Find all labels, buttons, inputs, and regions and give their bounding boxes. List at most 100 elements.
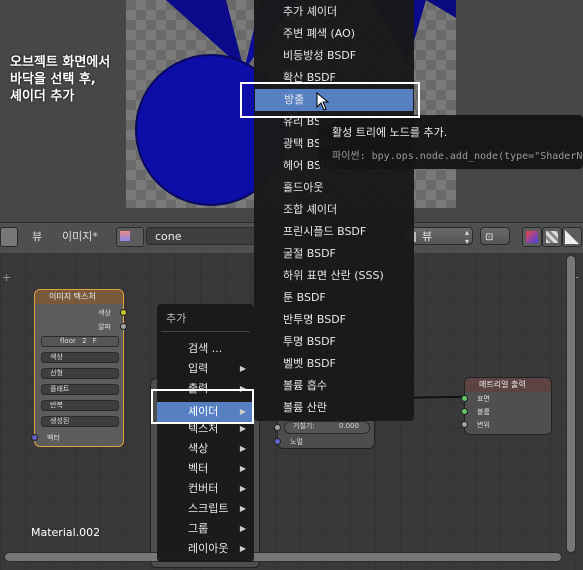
shader-menu-item[interactable]: 추가 셰이더 xyxy=(254,1,414,23)
input-vector-socket[interactable] xyxy=(31,434,38,441)
normal-label: 노멀 xyxy=(290,438,303,446)
shader-menu-item[interactable]: 볼륨 산란 xyxy=(254,397,414,419)
shader-menu-item[interactable]: 투명 BSDF xyxy=(254,331,414,353)
rgb-swatch-icon xyxy=(526,231,538,243)
fake-user-toggle[interactable]: F xyxy=(93,337,97,345)
volume-socket[interactable] xyxy=(461,408,468,415)
extension-select[interactable]: 반복 xyxy=(41,400,119,411)
shader-menu-item[interactable]: 벨벳 BSDF xyxy=(254,353,414,375)
z-swatch-icon xyxy=(565,230,579,244)
plus-icon[interactable]: + xyxy=(2,272,12,283)
output-color-socket[interactable] xyxy=(120,309,127,316)
image-name-text: cone xyxy=(155,230,182,243)
image-texture-node[interactable]: 이미지 텍스처 색상 알파 floor 2 F 색상 선형 플래트 반복 생성된… xyxy=(31,289,127,447)
horizontal-scroll-thumb[interactable] xyxy=(5,553,561,561)
shader-callout-frame xyxy=(151,389,254,424)
channel-rgb-icon[interactable] xyxy=(522,227,542,247)
editor-type-icon[interactable] xyxy=(0,227,18,247)
texcoord-select[interactable]: 생성된 xyxy=(41,416,119,427)
roughness-slider[interactable]: 거칠기: 0.000 xyxy=(284,421,370,434)
add-menu-item[interactable]: 스크립트 ▶ xyxy=(157,499,254,519)
add-menu-item[interactable]: 검색 ... xyxy=(157,339,254,359)
material-output-title: 매트리얼 출력 xyxy=(465,378,551,392)
displacement-socket[interactable] xyxy=(461,421,468,428)
roughness-value: 0.000 xyxy=(338,422,359,430)
surface-socket[interactable] xyxy=(461,395,468,402)
input-vector-label: 벡터 xyxy=(47,434,60,442)
pivot-select[interactable]: ⊡ xyxy=(480,227,510,245)
roughness-label: 거칠기: xyxy=(293,422,315,430)
shader-menu-item[interactable]: 프린시플드 BSDF xyxy=(254,221,414,243)
horizontal-scrollbar[interactable] xyxy=(4,552,562,562)
shader-menu-item[interactable]: 비등방성 BSDF xyxy=(254,45,414,67)
image-thumb-icon xyxy=(120,231,130,241)
shader-menu-item[interactable]: 홀드아웃 xyxy=(254,177,414,199)
tooltip-python: 파이썬: bpy.ops.node.add_node(type="ShaderN xyxy=(332,151,583,162)
shader-menu-item[interactable]: 볼륨 흡수 xyxy=(254,375,414,397)
shader-menu-item[interactable]: 주변 폐색 (AO) xyxy=(254,23,414,45)
color-space-select[interactable]: 색상 xyxy=(41,352,119,363)
shader-menu-item[interactable]: 반투명 BSDF xyxy=(254,309,414,331)
add-menu-item[interactable]: 벡터 ▶ xyxy=(157,459,254,479)
material-name: Material.002 xyxy=(31,526,101,539)
add-menu-title: 추가 xyxy=(166,312,187,325)
shader-menu-item[interactable]: 하위 표면 산란 (SSS) xyxy=(254,265,414,287)
image-users-count: 2 xyxy=(82,337,87,345)
submenu-arrow-icon: ▶ xyxy=(239,544,246,553)
cone-edge xyxy=(426,0,456,18)
shader-menu-item[interactable]: 툰 BSDF xyxy=(254,287,414,309)
view-menu[interactable]: 뷰 xyxy=(32,228,42,246)
add-menu-item[interactable]: 색상 ▶ xyxy=(157,439,254,459)
add-menu-item-label: 스크립트 xyxy=(188,502,229,515)
add-menu-item-label: 색상 xyxy=(188,442,209,455)
volume-label: 볼륨 xyxy=(477,408,490,416)
output-alpha-socket[interactable] xyxy=(120,323,127,330)
channel-alpha-icon[interactable] xyxy=(542,227,562,247)
add-menu-item-label: 입력 xyxy=(188,362,209,375)
add-menu-item[interactable]: 입력 ▶ xyxy=(157,359,254,379)
submenu-arrow-icon: ▶ xyxy=(239,364,246,373)
normal-socket[interactable] xyxy=(274,438,281,445)
instruction-note: 오브젝트 화면에서 바닥을 선택 후, 셰이더 추가 xyxy=(10,55,111,104)
material-output-node[interactable]: 매트리얼 출력 표면 볼륨 변위 xyxy=(461,377,552,435)
view-select-label: 뷰 xyxy=(422,230,433,243)
channel-z-icon[interactable] xyxy=(562,227,582,247)
shader-menu-item[interactable]: 굴절 BSDF xyxy=(254,243,414,265)
submenu-arrow-icon: ▶ xyxy=(239,464,246,473)
add-menu-item-label: 컨버터 xyxy=(188,482,219,495)
output-alpha-label: 알파 xyxy=(98,323,111,331)
add-menu-item-label: 벡터 xyxy=(188,462,209,475)
roughness-socket[interactable] xyxy=(274,424,281,431)
alpha-swatch-icon xyxy=(546,231,558,243)
submenu-arrow-icon: ▶ xyxy=(239,484,246,493)
vertical-scrollbar[interactable] xyxy=(566,255,576,553)
image-field-name: floor xyxy=(60,337,76,345)
submenu-arrow-icon: ▶ xyxy=(239,524,246,533)
surface-label: 표면 xyxy=(477,395,490,403)
projection-select[interactable]: 플래트 xyxy=(41,384,119,395)
submenu-arrow-icon: ▶ xyxy=(239,444,246,453)
image-browse-icon[interactable] xyxy=(116,227,144,247)
displacement-label: 변위 xyxy=(477,421,490,429)
image-datablock-field[interactable]: floor 2 F xyxy=(41,336,119,347)
add-menu-item-label: 검색 ... xyxy=(188,342,223,355)
updown-icon: ▴ ▾ xyxy=(464,228,469,246)
shader-submenu: 추가 셰이더 주변 폐색 (AO) 비등방성 BSDF 확산 BSDF 방출 유리 BSD… xyxy=(254,0,414,421)
pivot-icon: ⊡ xyxy=(485,232,494,243)
output-color-label: 색상 xyxy=(98,309,111,317)
image-menu[interactable]: 이미지* xyxy=(62,228,98,246)
add-menu-item[interactable]: 레이아웃 ▶ xyxy=(157,539,254,559)
interpolation-select[interactable]: 선형 xyxy=(41,368,119,379)
add-menu-divider xyxy=(161,331,250,332)
submenu-arrow-icon: ▶ xyxy=(239,504,246,513)
tooltip: 활성 트리에 노드를 추가. 파이썬: bpy.ops.node.add_nod… xyxy=(319,115,583,169)
emission-callout-frame xyxy=(240,82,420,118)
shader-menu-item[interactable]: 조합 셰이더 xyxy=(254,199,414,221)
add-menu: 추가 검색 ... 입력 ▶ 출력 ▶ 셰이더 ▶ 텍스처 ▶ 색상 ▶ 벡터 ▶ 컨버터 ▶ 스크립트 ▶ 그룹… xyxy=(157,304,254,562)
tooltip-title: 활성 트리에 노드를 추가. xyxy=(332,126,448,139)
vertical-scroll-thumb[interactable] xyxy=(567,256,575,552)
image-texture-title: 이미지 텍스처 xyxy=(35,290,123,304)
add-menu-item[interactable]: 컨버터 ▶ xyxy=(157,479,254,499)
add-menu-item[interactable]: 그룹 ▶ xyxy=(157,519,254,539)
add-menu-item-label: 레이아웃 xyxy=(188,542,229,555)
